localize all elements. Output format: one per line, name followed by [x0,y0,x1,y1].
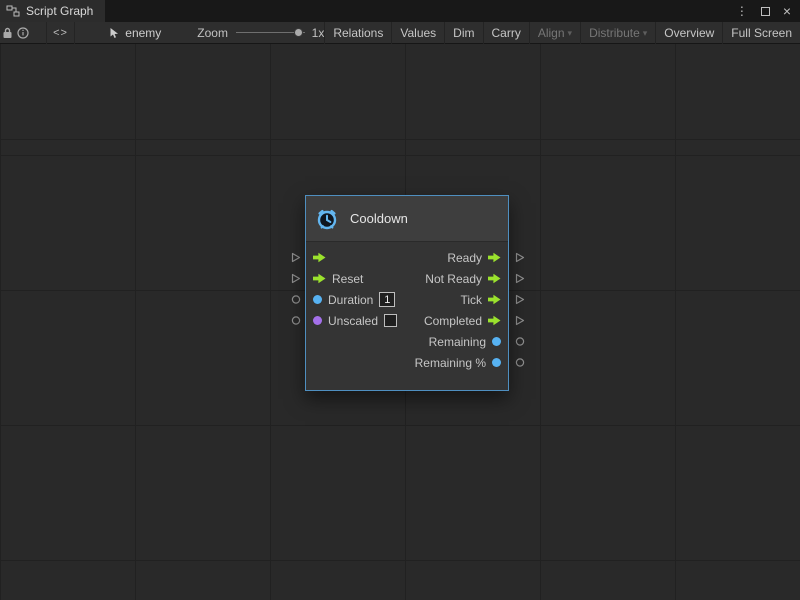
pointer-icon [109,27,120,39]
tab-title: Script Graph [26,4,93,18]
flow-port-connector[interactable] [515,294,525,305]
align-button[interactable]: Align ▾ [529,22,580,44]
value-port-connector[interactable] [515,336,525,347]
graph-toolbar: <> enemy Zoom 1x Relations Values Dim Ca… [0,22,800,44]
tab-script-graph[interactable]: Script Graph [0,0,105,22]
port-flow-enter[interactable] [313,252,326,263]
node-body: Ready Reset Not Ready [306,242,508,373]
port-row: Reset Not Ready [306,268,508,289]
flow-arrow-icon [488,315,501,326]
port-label: Unscaled [328,315,378,327]
button-label: Dim [453,26,474,40]
overview-button[interactable]: Overview [655,22,722,44]
port-row: Duration Tick [306,289,508,310]
flow-port-connector[interactable] [291,273,301,284]
flow-port-connector[interactable] [515,252,525,263]
dim-button[interactable]: Dim [444,22,482,44]
flow-arrow-icon [488,252,501,263]
target-label: enemy [125,26,161,40]
node-title: Cooldown [350,211,408,226]
toolbar-buttons: Relations Values Dim Carry Align ▾ Distr… [324,22,800,43]
flow-arrow-icon [488,294,501,305]
flow-port-connector[interactable] [291,252,301,263]
value-port-icon [313,316,322,325]
kebab-menu-icon[interactable]: ⋮ [736,5,748,17]
port-not-ready[interactable]: Not Ready [425,273,501,285]
unscaled-checkbox[interactable] [384,314,397,327]
button-label: Carry [492,26,521,40]
port-row: Ready [306,247,508,268]
port-label: Remaining [429,336,486,348]
flow-port-connector[interactable] [515,315,525,326]
port-label: Not Ready [425,273,482,285]
graph-target[interactable]: enemy [109,26,161,40]
alarm-clock-icon [315,207,339,231]
port-label: Completed [424,315,482,327]
port-label: Ready [447,252,482,264]
port-label: Tick [460,294,482,306]
distribute-button[interactable]: Distribute ▾ [580,22,655,44]
flow-port-connector[interactable] [515,273,525,284]
port-reset[interactable]: Reset [313,273,363,285]
port-completed[interactable]: Completed [424,315,501,327]
button-label: Align [538,26,565,40]
flow-arrow-icon [313,273,326,284]
button-label: Overview [664,26,714,40]
value-port-icon [492,337,501,346]
value-port-connector[interactable] [291,294,301,305]
zoom-slider-thumb[interactable] [294,28,303,37]
port-ready[interactable]: Ready [447,252,501,264]
zoom-label: Zoom [197,26,228,40]
button-label: Values [400,26,436,40]
lock-button[interactable] [0,22,14,44]
relations-button[interactable]: Relations [324,22,391,44]
flow-arrow-icon [313,252,326,263]
window-titlebar: Script Graph ⋮ × [0,0,800,22]
port-tick[interactable]: Tick [460,294,501,306]
value-port-icon [492,358,501,367]
value-port-connector[interactable] [291,315,301,326]
node-header[interactable]: Cooldown [306,196,508,242]
port-duration[interactable]: Duration [313,292,395,307]
port-row: Remaining % [306,352,508,373]
port-remaining-percent[interactable]: Remaining % [415,357,501,369]
caret-down-icon: ▾ [568,28,573,39]
button-label: Relations [333,26,383,40]
zoom-value: 1x [312,26,325,40]
full-screen-button[interactable]: Full Screen [722,22,800,44]
code-toggle-button[interactable]: <> [46,22,75,44]
node-cooldown[interactable]: Cooldown Ready Reset [305,195,509,391]
port-label: Duration [328,294,373,306]
port-row: Remaining [306,331,508,352]
port-unscaled[interactable]: Unscaled [313,314,397,327]
port-label: Remaining % [415,357,486,369]
port-label: Reset [332,273,363,285]
info-icon [17,27,29,39]
value-port-icon [313,295,322,304]
button-label: Full Screen [731,26,792,40]
carry-button[interactable]: Carry [483,22,529,44]
graph-canvas[interactable]: Cooldown Ready Reset [0,44,800,600]
caret-down-icon: ▾ [643,28,648,39]
close-icon[interactable]: × [783,4,791,18]
maximize-icon[interactable] [761,7,770,16]
values-button[interactable]: Values [391,22,444,44]
code-icon: <> [53,27,68,39]
flow-arrow-icon [488,273,501,284]
duration-field[interactable] [379,292,395,307]
port-remaining[interactable]: Remaining [429,336,501,348]
info-button[interactable] [14,22,31,44]
lock-icon [2,27,13,39]
graph-icon [6,5,20,17]
button-label: Distribute [589,26,640,40]
port-row: Unscaled Completed [306,310,508,331]
value-port-connector[interactable] [515,357,525,368]
window-controls: ⋮ × [736,4,800,18]
zoom-slider[interactable] [236,26,305,40]
